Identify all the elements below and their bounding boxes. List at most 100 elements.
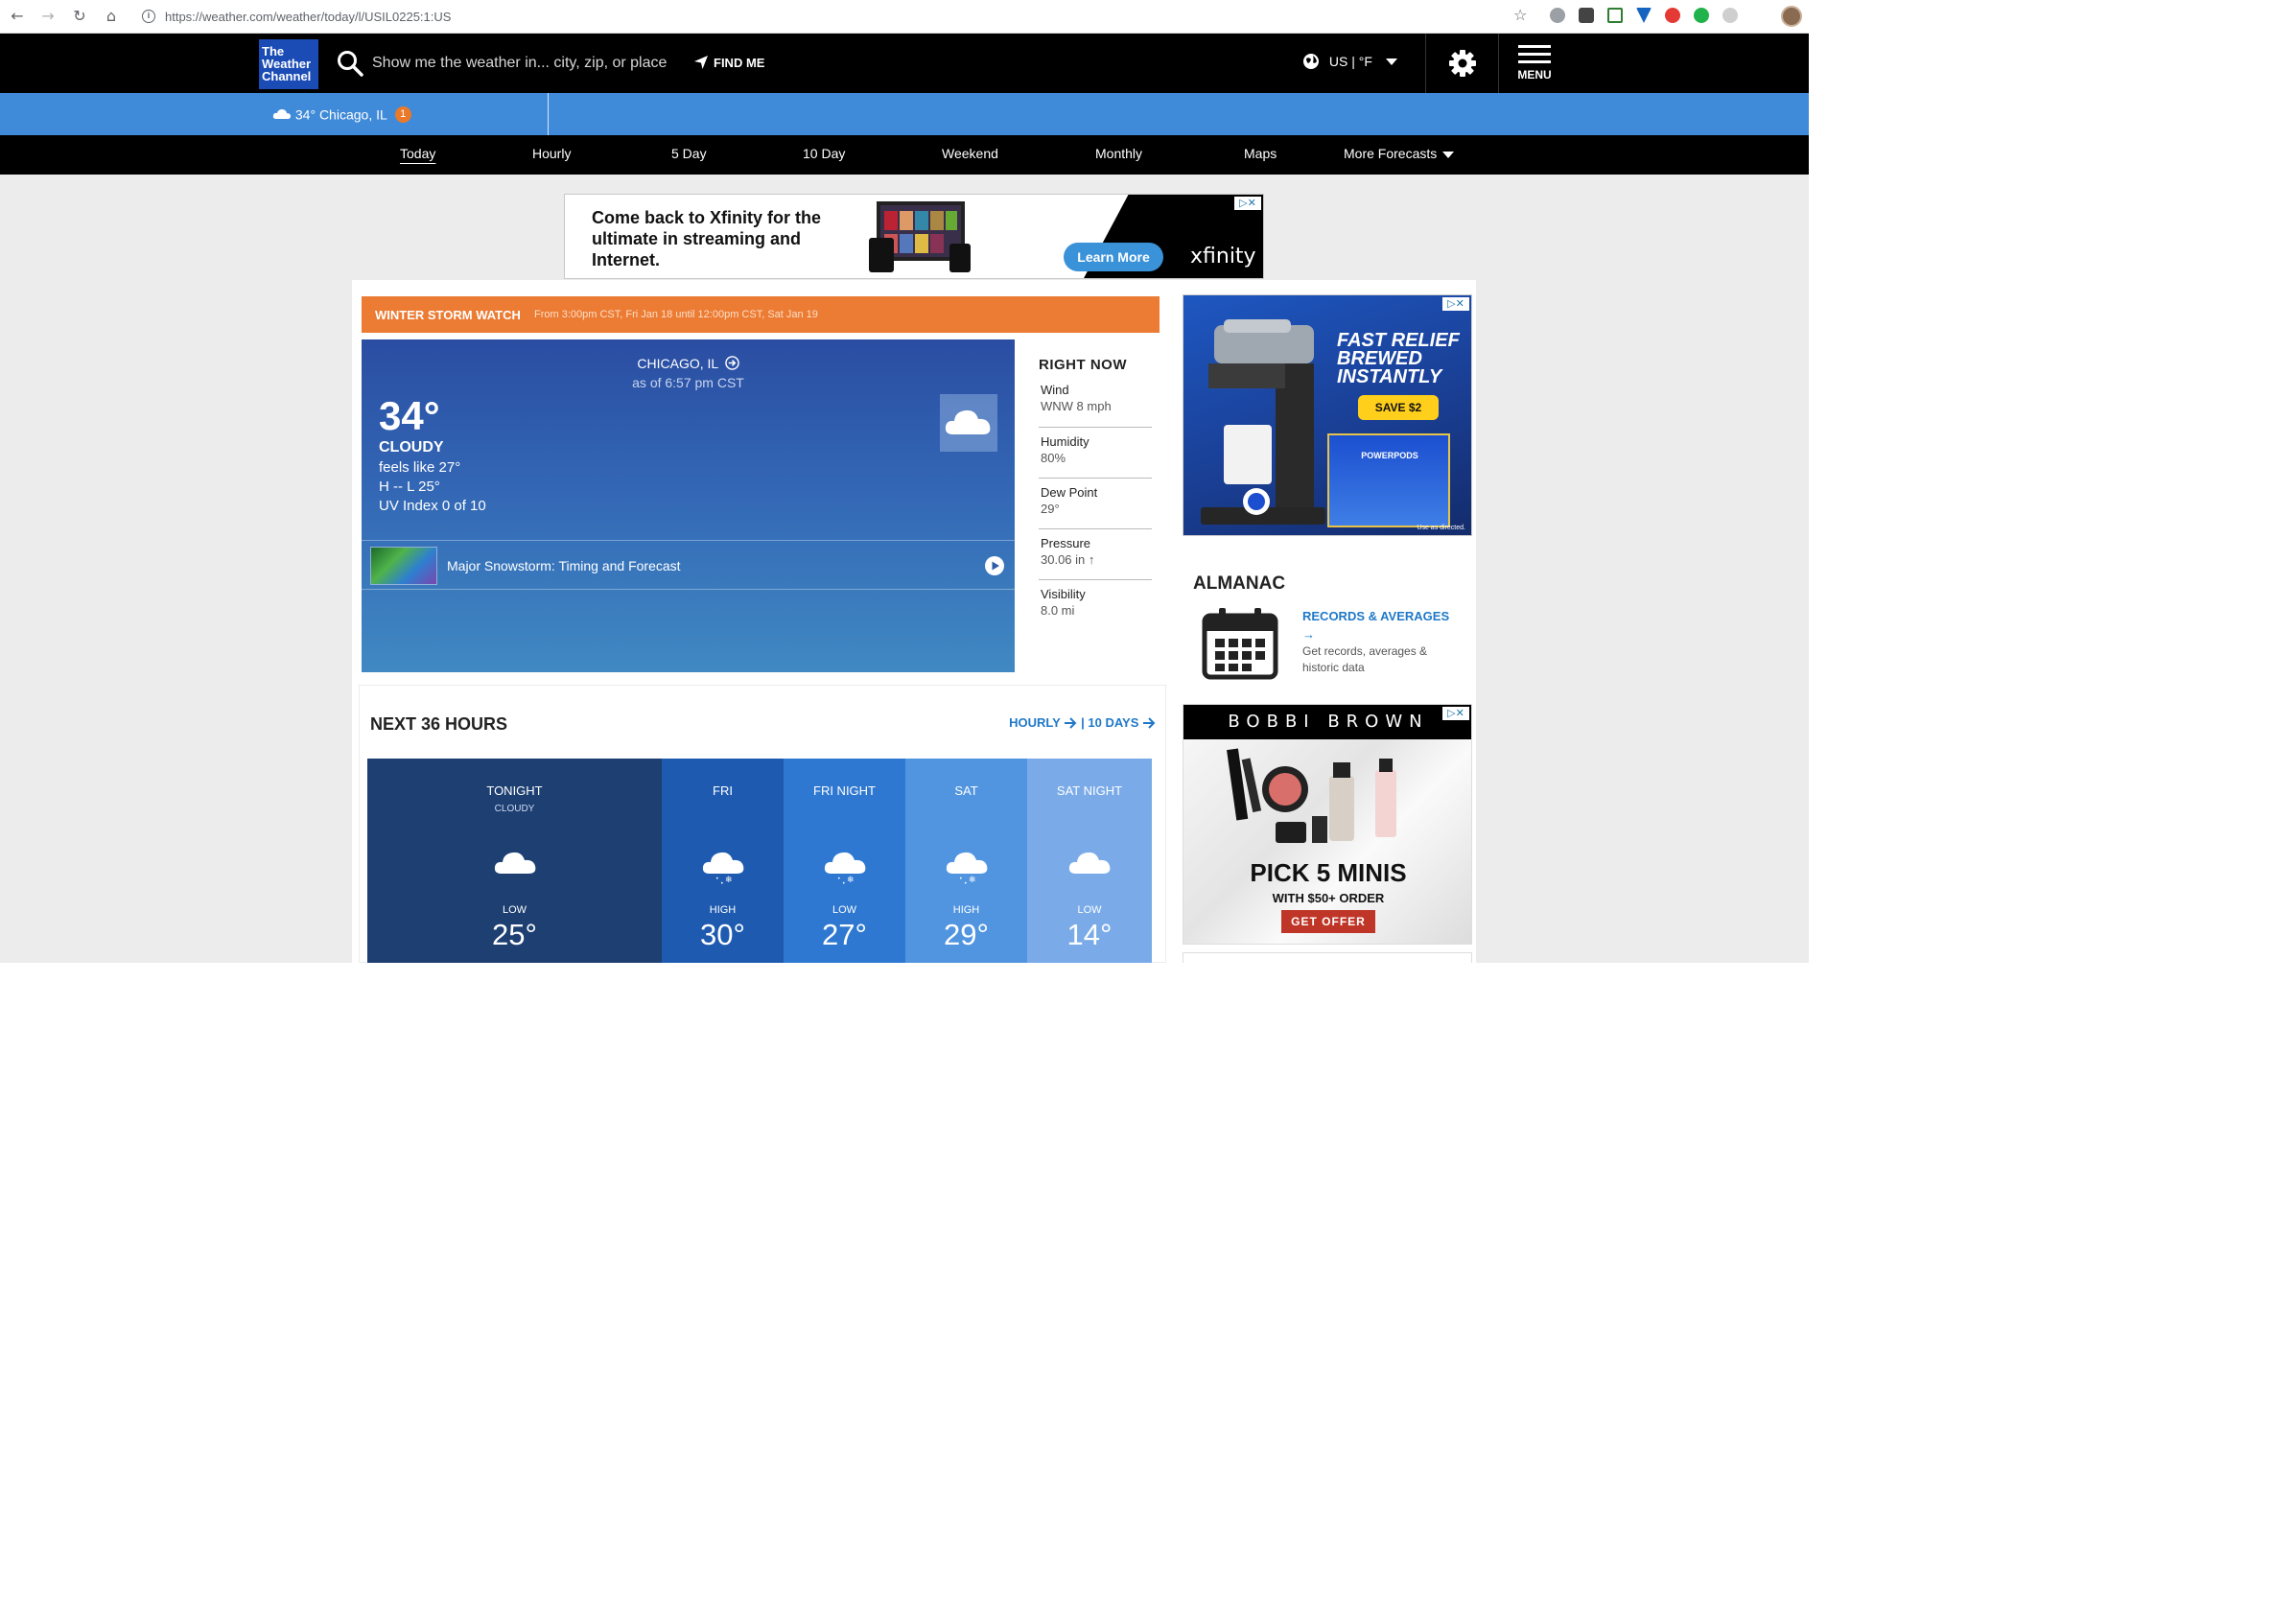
period-temperature: 25° bbox=[492, 918, 537, 951]
current-city[interactable]: CHICAGO, IL bbox=[362, 356, 1015, 371]
powerpods-label: POWERPODS bbox=[1361, 451, 1418, 460]
find-me-button[interactable]: FIND ME bbox=[692, 54, 764, 73]
bb-subline: WITH $50+ ORDER bbox=[1272, 891, 1385, 905]
alert-count-badge[interactable]: 1 bbox=[394, 105, 411, 123]
extension-gray-icon[interactable] bbox=[1722, 8, 1738, 23]
extension-grammarly-icon[interactable] bbox=[1694, 8, 1709, 23]
extension-shield-icon[interactable] bbox=[1607, 8, 1623, 23]
period-temp-kind: HIGH bbox=[952, 904, 980, 916]
browser-toolbar: ← → ↻ ⌂ i https://weather.com/weather/to… bbox=[0, 0, 1809, 34]
get-offer-button[interactable]: GET OFFER bbox=[1281, 910, 1375, 933]
adchoices-icon[interactable]: ▷✕ bbox=[1442, 707, 1469, 720]
records-averages-link[interactable]: RECORDS & AVERAGES → bbox=[1302, 607, 1456, 643]
current-location-link[interactable]: 34° Chicago, IL 1 bbox=[272, 105, 411, 123]
play-icon[interactable] bbox=[984, 555, 1005, 576]
location-divider bbox=[548, 93, 549, 135]
period-phrase: CLOUDY bbox=[494, 804, 535, 814]
reload-icon[interactable]: ↻ bbox=[70, 7, 89, 26]
right-now-panel: RIGHT NOW Wind WNW 8 mph Humidity 80% De… bbox=[1039, 339, 1152, 627]
feels-like: feels like 27° bbox=[379, 459, 461, 476]
locale-selector[interactable]: US | °F bbox=[1302, 53, 1397, 70]
period-temperature: 29° bbox=[944, 918, 989, 951]
tab-weekend[interactable]: Weekend bbox=[942, 146, 998, 161]
tab-hourly[interactable]: Hourly bbox=[532, 146, 571, 161]
arrow-right-icon bbox=[1143, 716, 1156, 729]
next-36-hours-panel: NEXT 36 HOURS HOURLY | 10 DAYS TONIGHT CL… bbox=[359, 685, 1166, 963]
cloudy-icon bbox=[940, 394, 997, 452]
bobbi-brown-body: PICK 5 MINIS WITH $50+ ORDER GET OFFER bbox=[1183, 739, 1471, 944]
forecast-period[interactable]: FRI NIGHT • ❄ • LOW 27° bbox=[784, 759, 905, 963]
site-info-icon[interactable]: i bbox=[142, 10, 155, 23]
forward-icon[interactable]: → bbox=[38, 7, 58, 26]
adchoices-icon[interactable]: ▷✕ bbox=[1442, 297, 1469, 311]
menu-label: MENU bbox=[1517, 68, 1552, 82]
ad-headline: Come back to Xfinity for the ultimate in… bbox=[592, 208, 822, 269]
forecast-period[interactable]: SAT NIGHT LOW 14° bbox=[1027, 759, 1152, 963]
tab-10-day[interactable]: 10 Day bbox=[803, 146, 845, 161]
url-text: https://weather.com/weather/today/l/USIL… bbox=[165, 10, 452, 24]
svg-text:•: • bbox=[959, 876, 963, 882]
site-header: The Weather Channel Show me the weather … bbox=[0, 34, 1809, 93]
extension-pocket-icon[interactable] bbox=[1579, 8, 1594, 23]
forecast-period[interactable]: FRI • ❄ • HIGH 30° bbox=[662, 759, 784, 963]
visibility-label: Visibility bbox=[1041, 587, 1086, 601]
xfinity-ad[interactable]: Come back to Xfinity for the ultimate in… bbox=[564, 194, 1264, 279]
location-strip: 34° Chicago, IL 1 bbox=[0, 93, 1809, 135]
next-card-edge bbox=[1183, 952, 1472, 963]
tab-maps[interactable]: Maps bbox=[1244, 146, 1277, 161]
extension-globe-icon[interactable] bbox=[1550, 8, 1565, 23]
coffee-fine-print: Use as directed. bbox=[1417, 525, 1465, 531]
address-bar[interactable]: i https://weather.com/weather/today/l/US… bbox=[134, 5, 1535, 28]
visibility-value: 8.0 mi bbox=[1041, 603, 1075, 618]
forecast-period[interactable]: TONIGHT CLOUDY LOW 25° bbox=[367, 759, 662, 963]
high-low: H -- L 25° bbox=[379, 479, 440, 495]
tab-today[interactable]: Today bbox=[400, 146, 435, 161]
period-temp-kind: HIGH bbox=[709, 904, 737, 916]
ten-days-link[interactable]: 10 DAYS bbox=[1088, 715, 1138, 730]
menu-button[interactable]: MENU bbox=[1513, 44, 1556, 82]
home-icon[interactable]: ⌂ bbox=[102, 7, 121, 26]
search-icon[interactable] bbox=[336, 49, 364, 78]
humidity-value: 80% bbox=[1041, 451, 1066, 465]
period-temperature: 30° bbox=[700, 918, 745, 951]
next-36-links: HOURLY | 10 DAYS bbox=[1009, 714, 1156, 730]
right-now-pressure: Pressure 30.06 in ↑ bbox=[1039, 528, 1152, 579]
tab-5-day[interactable]: 5 Day bbox=[671, 146, 707, 161]
extension-red-icon[interactable] bbox=[1665, 8, 1680, 23]
video-row[interactable]: Major Snowstorm: Timing and Forecast bbox=[362, 540, 1015, 590]
learn-more-button[interactable]: Learn More bbox=[1064, 243, 1163, 271]
bobbi-brown-logo: BOBBI BROWN bbox=[1183, 705, 1471, 739]
winter-storm-alert[interactable]: WINTER STORM WATCH From 3:00pm CST, Fri … bbox=[362, 296, 1160, 333]
back-icon[interactable]: ← bbox=[8, 7, 27, 26]
right-now-visibility: Visibility 8.0 mi bbox=[1039, 579, 1152, 630]
save-2-button[interactable]: SAVE $2 bbox=[1358, 395, 1439, 420]
almanac-title: ALMANAC bbox=[1193, 573, 1286, 594]
find-me-label: FIND ME bbox=[714, 55, 765, 70]
coffee-ad[interactable]: FAST RELIEF BREWED INSTANTLY SAVE $2 POW… bbox=[1183, 294, 1472, 536]
bookmark-star-icon[interactable]: ☆ bbox=[1513, 6, 1527, 24]
cosmetics-image bbox=[1227, 748, 1396, 843]
search-input[interactable]: Show me the weather in... city, zip, or … bbox=[372, 55, 667, 72]
forecast-period[interactable]: SAT • ❄ • HIGH 29° bbox=[905, 759, 1027, 963]
tab-monthly[interactable]: Monthly bbox=[1095, 146, 1142, 161]
weather-channel-logo[interactable]: The Weather Channel bbox=[259, 39, 318, 89]
powerpods-box: POWERPODS bbox=[1327, 433, 1450, 527]
current-temperature: 34° bbox=[379, 393, 440, 438]
adchoices-icon[interactable]: ▷✕ bbox=[1234, 197, 1261, 210]
bobbi-brown-ad[interactable]: BOBBI BROWN PICK 5 MINIS WITH $50+ ORDER… bbox=[1183, 704, 1472, 945]
right-now-wind: Wind WNW 8 mph bbox=[1039, 376, 1152, 427]
tab-more-forecasts[interactable]: More Forecasts bbox=[1344, 146, 1455, 161]
video-title: Major Snowstorm: Timing and Forecast bbox=[447, 558, 681, 573]
chevron-down-icon bbox=[1442, 151, 1455, 158]
profile-avatar[interactable] bbox=[1781, 6, 1802, 27]
gear-icon[interactable] bbox=[1447, 48, 1478, 79]
pressure-label: Pressure bbox=[1041, 536, 1091, 550]
alert-title: WINTER STORM WATCH bbox=[375, 308, 521, 322]
extension-v-icon[interactable] bbox=[1636, 8, 1652, 23]
uv-index: UV Index 0 of 10 bbox=[379, 498, 486, 514]
svg-text:•: • bbox=[837, 876, 841, 882]
svg-text:•: • bbox=[842, 880, 846, 887]
hourly-link[interactable]: HOURLY bbox=[1009, 715, 1061, 730]
snow-icon: • ❄• bbox=[702, 852, 743, 887]
svg-text:❄: ❄ bbox=[725, 876, 733, 885]
